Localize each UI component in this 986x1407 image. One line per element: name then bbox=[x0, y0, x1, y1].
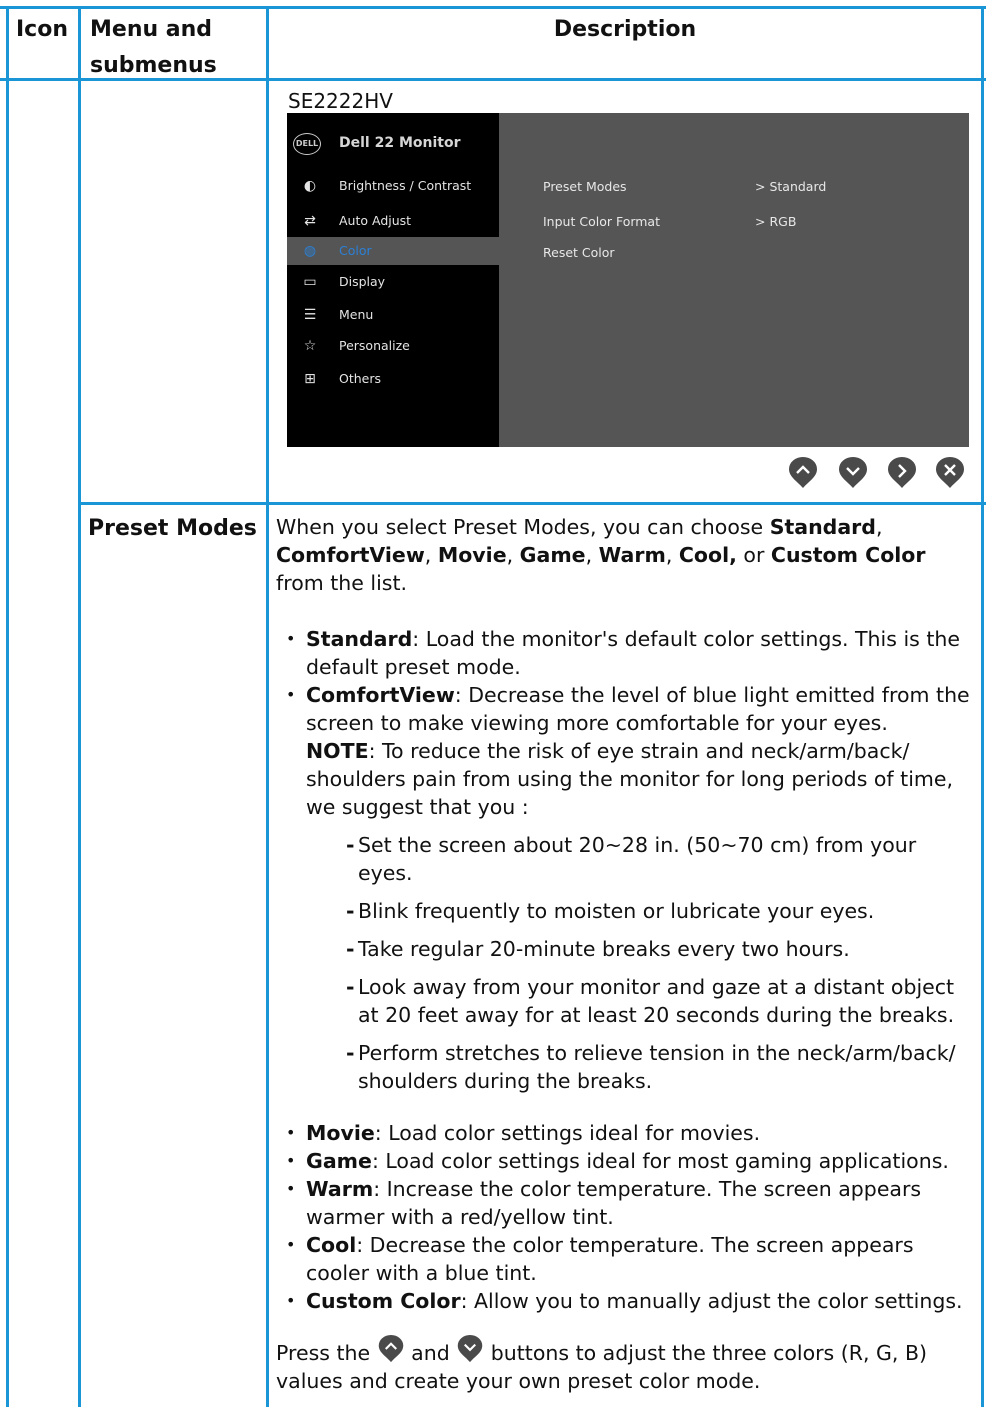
list-item-standard: Standard: Load the monitor's default col… bbox=[276, 625, 976, 681]
close-icon bbox=[936, 457, 964, 488]
color-icon: ◍ bbox=[303, 243, 317, 259]
osd-item-brightness[interactable]: ◐ Brightness / Contrast bbox=[287, 172, 499, 200]
down-button-icon bbox=[456, 1335, 484, 1363]
preset-modes-description: When you select Preset Modes, you can ch… bbox=[276, 513, 976, 1395]
list-item-cool: Cool: Decrease the color temperature. Th… bbox=[276, 1231, 976, 1287]
dell-logo: DELL bbox=[293, 133, 321, 155]
up-button[interactable] bbox=[787, 457, 819, 489]
preset-list-2: Movie: Load color settings ideal for mov… bbox=[276, 1119, 976, 1315]
intro-paragraph: When you select Preset Modes, you can ch… bbox=[276, 515, 926, 595]
header-description: Description bbox=[553, 17, 697, 42]
osd-submenu-preset-modes[interactable]: Preset Modes bbox=[543, 179, 627, 194]
list-item-game: Game: Load color settings ideal for most… bbox=[276, 1147, 976, 1175]
star-icon: ☆ bbox=[303, 338, 317, 354]
osd-item-auto-adjust[interactable]: ⇄ Auto Adjust bbox=[287, 207, 499, 235]
table-border-col1 bbox=[78, 6, 81, 1407]
tip-item: Blink frequently to moisten or lubricate… bbox=[276, 897, 976, 925]
osd-item-personalize[interactable]: ☆ Personalize bbox=[287, 332, 499, 360]
up-button-icon bbox=[377, 1335, 405, 1363]
model-label: SE2222HV bbox=[288, 89, 393, 113]
tip-item: Perform stretches to relieve tension in … bbox=[276, 1039, 976, 1095]
tip-item: Look away from your monitor and gaze at … bbox=[276, 973, 976, 1029]
auto-adjust-icon: ⇄ bbox=[304, 213, 316, 229]
osd-title: Dell 22 Monitor bbox=[339, 135, 461, 151]
osd-sidebar: DELL Dell 22 Monitor ◐ Brightness / Cont… bbox=[287, 113, 499, 447]
tip-item: Set the screen about 20~28 in. (50~70 cm… bbox=[276, 831, 976, 887]
osd-item-color[interactable]: ◍ Color bbox=[287, 237, 499, 265]
display-icon: ▭ bbox=[303, 274, 317, 290]
menu-preset-modes: Preset Modes bbox=[88, 516, 257, 541]
menu-icon: ☰ bbox=[303, 307, 317, 323]
header-menu: Menu and submenus bbox=[90, 17, 217, 78]
press-paragraph: Press the and buttons to adjust the thre… bbox=[276, 1335, 976, 1395]
osd-item-menu[interactable]: ☰ Menu bbox=[287, 301, 499, 329]
osd-item-display[interactable]: ▭ Display bbox=[287, 268, 499, 296]
exit-button[interactable] bbox=[934, 457, 966, 489]
right-arrow-icon bbox=[888, 457, 916, 488]
brightness-icon: ◐ bbox=[303, 178, 317, 194]
down-button[interactable] bbox=[837, 457, 869, 489]
right-button[interactable] bbox=[886, 457, 918, 489]
up-arrow-icon bbox=[789, 457, 817, 488]
list-item-movie: Movie: Load color settings ideal for mov… bbox=[276, 1119, 976, 1147]
down-arrow-icon bbox=[839, 457, 867, 488]
table-border-top bbox=[0, 6, 986, 9]
header-icon: Icon bbox=[16, 17, 69, 42]
list-item-warm: Warm: Increase the color temperature. Th… bbox=[276, 1175, 976, 1231]
osd-menu: DELL Dell 22 Monitor ◐ Brightness / Cont… bbox=[287, 113, 969, 447]
table-border-left bbox=[6, 6, 9, 1407]
osd-item-others[interactable]: ⊞ Others bbox=[287, 365, 499, 393]
preset-list: Standard: Load the monitor's default col… bbox=[276, 625, 976, 821]
osd-submenu-reset-color[interactable]: Reset Color bbox=[543, 245, 615, 260]
tip-item: Take regular 20-minute breaks every two … bbox=[276, 935, 976, 963]
list-item-custom-color: Custom Color: Allow you to manually adju… bbox=[276, 1287, 976, 1315]
others-icon: ⊞ bbox=[304, 371, 316, 387]
table-border-right bbox=[981, 6, 984, 1407]
osd-value-preset-modes: > Standard bbox=[755, 179, 827, 194]
table-border-row bbox=[80, 502, 986, 505]
osd-value-input-color-format: > RGB bbox=[755, 214, 797, 229]
table-border-col2 bbox=[266, 6, 269, 1407]
list-item-comfortview: ComfortView: Decrease the level of blue … bbox=[276, 681, 976, 821]
osd-submenu-input-color-format[interactable]: Input Color Format bbox=[543, 214, 660, 229]
description-table: Icon Menu and submenus Description SE222… bbox=[0, 0, 986, 1407]
tips-list: Set the screen about 20~28 in. (50~70 cm… bbox=[276, 831, 976, 1095]
